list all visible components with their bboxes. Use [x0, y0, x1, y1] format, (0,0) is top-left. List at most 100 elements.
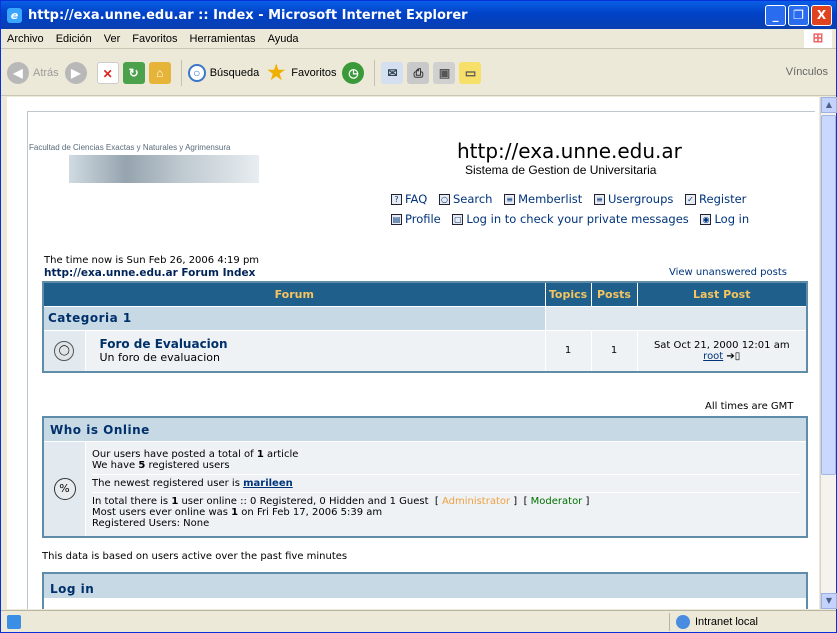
security-zone: Intranet local: [669, 613, 829, 631]
view-unanswered-link[interactable]: View unanswered posts: [669, 267, 787, 278]
close-button[interactable]: X: [811, 5, 832, 26]
timezone-note: All times are GMT: [705, 401, 794, 412]
faculty-logo[interactable]: Facultad de Ciencias Exactas y Naturales…: [29, 143, 329, 203]
messenger-icon[interactable]: ▭: [459, 61, 482, 84]
history-icon[interactable]: ◷: [342, 61, 365, 84]
nav-messages[interactable]: ▢ Log in to check your private messages: [452, 210, 689, 229]
favorites-button[interactable]: ★ Favoritos: [265, 62, 336, 84]
logo-photo: [69, 155, 259, 183]
toolbar: ◀ Atrás ▶ ✕ ↻ ⌂ ○ Búsqueda ★ Favoritos ◷…: [1, 50, 836, 96]
moderator-legend: Moderator: [530, 496, 583, 507]
menu-archivo[interactable]: Archivo: [1, 33, 50, 45]
nav-profile-label: Profile: [405, 212, 441, 226]
scroll-down-icon[interactable]: ▼: [821, 593, 837, 609]
nav-memberlist-label: Memberlist: [518, 192, 583, 206]
nav-usergroups-label: Usergroups: [607, 192, 674, 206]
total-posts-line: Our users have posted a total of 1 artic…: [92, 449, 299, 460]
nav-links: ? FAQ ○ Search ≡ Memberlist ≡ Usergroups ✓ Re…: [391, 189, 757, 229]
max-online-line: Most users ever online was 1 on Fri Feb …: [92, 507, 383, 518]
view-latest-post-icon[interactable]: ➔▯: [726, 351, 740, 362]
title-bar[interactable]: e http://exa.unne.edu.ar :: Index - Micr…: [1, 1, 836, 29]
scroll-up-icon[interactable]: ▲: [821, 97, 837, 113]
forum-name-link[interactable]: Foro de Evaluacion: [100, 337, 545, 351]
window-title: http://exa.unne.edu.ar :: Index - Micros…: [28, 7, 468, 23]
nav-usergroups[interactable]: ≡ Usergroups: [593, 190, 674, 209]
login-title: Log in: [44, 574, 806, 598]
table-header-row: Forum Topics Posts Last Post: [42, 281, 808, 307]
category-name[interactable]: Categoria 1: [42, 305, 546, 331]
edit-icon[interactable]: ▣: [433, 61, 456, 84]
header-last-post: Last Post: [636, 281, 808, 307]
registered-users-line: We have 5 registered users: [92, 460, 230, 471]
site-title: http://exa.unne.edu.ar: [457, 139, 682, 163]
faq-icon: ?: [391, 194, 402, 205]
search-icon: ○: [187, 63, 206, 82]
nav-search-label: Search: [452, 192, 493, 206]
active-users-note: This data is based on users active over …: [42, 551, 348, 562]
site-subtitle: Sistema de Gestion de Universitaria: [465, 163, 657, 177]
forum-description: Un foro de evaluacion: [99, 351, 220, 365]
back-label: Atrás: [33, 66, 59, 79]
nav-faq[interactable]: ? FAQ: [391, 190, 427, 209]
current-time: The time now is Sun Feb 26, 2006 4:19 pm: [44, 255, 260, 266]
last-post-user-link[interactable]: root: [703, 351, 723, 362]
nav-search[interactable]: ○ Search: [438, 190, 493, 209]
menu-ver[interactable]: Ver: [98, 33, 127, 45]
intranet-globe-icon: [676, 615, 690, 629]
home-icon[interactable]: ⌂: [148, 61, 171, 84]
page-viewport: Facultad de Ciencias Exactas y Naturales…: [7, 97, 819, 609]
menu-bar: Archivo Edición Ver Favoritos Herramient…: [1, 29, 836, 49]
administrator-legend: Administrator: [441, 496, 511, 507]
register-icon: ✓: [685, 194, 697, 205]
nav-faq-label: FAQ: [405, 192, 428, 206]
toolbar-separator: [374, 59, 376, 86]
nav-memberlist[interactable]: ≡ Memberlist: [504, 190, 582, 209]
nav-register[interactable]: ✓ Register: [685, 190, 746, 209]
nav-login[interactable]: ◉ Log in: [700, 210, 749, 229]
registered-online-line: Registered Users: None: [92, 518, 210, 529]
maximize-button[interactable]: ❐: [788, 5, 809, 26]
nav-login-label: Log in: [714, 212, 750, 226]
menu-favoritos[interactable]: Favoritos: [126, 33, 183, 45]
mail-icon[interactable]: ✉: [381, 61, 404, 84]
users-online-icon: %: [53, 478, 76, 500]
who-is-online-text: Our users have posted a total of 1 artic…: [86, 442, 806, 536]
stop-icon[interactable]: ✕: [96, 61, 119, 84]
refresh-icon[interactable]: ↻: [122, 61, 145, 84]
forum-index-link[interactable]: http://exa.unne.edu.ar Forum Index: [44, 267, 255, 279]
logo-caption: Facultad de Ciencias Exactas y Naturales…: [29, 143, 231, 152]
status-bar: Intranet local: [1, 610, 836, 632]
search-label: Búsqueda: [209, 66, 260, 79]
who-is-online-body: % Our users have posted a total of 1 art…: [44, 442, 806, 536]
newest-user-link[interactable]: marileen: [243, 478, 293, 489]
header-topics: Topics: [544, 281, 592, 307]
vertical-scrollbar[interactable]: ▲ ▼: [820, 97, 837, 609]
search-button[interactable]: ○ Búsqueda: [187, 63, 260, 82]
newest-user-line: The newest registered user is marileen: [92, 475, 800, 493]
last-post-date: Sat Oct 21, 2000 12:01 am: [653, 339, 790, 351]
who-icon-cell: %: [44, 442, 86, 536]
folder-icon: ◯: [54, 340, 75, 361]
menu-herramientas[interactable]: Herramientas: [184, 33, 262, 45]
toolbar-separator: [180, 59, 182, 86]
profile-icon: ▤: [391, 214, 402, 225]
forward-button[interactable]: ▶: [64, 61, 91, 84]
scroll-thumb[interactable]: [821, 115, 836, 475]
links-label[interactable]: Vínculos: [786, 66, 828, 78]
nav-messages-label: Log in to check your private messages: [466, 212, 689, 226]
nav-profile[interactable]: ▤ Profile: [391, 210, 441, 229]
who-is-online-title[interactable]: Who is Online: [44, 418, 806, 442]
menu-ayuda[interactable]: Ayuda: [262, 33, 305, 45]
minimize-button[interactable]: _: [765, 5, 786, 26]
forum-info-cell: Foro de Evaluacion Un foro de evaluacion: [84, 329, 546, 373]
forum-row: ◯ Foro de Evaluacion Un foro de evaluaci…: [42, 329, 808, 373]
forum-last-post: Sat Oct 21, 2000 12:01 am root ➔▯: [636, 329, 808, 373]
menu-edicion[interactable]: Edición: [50, 33, 98, 45]
login-panel: Log in: [42, 572, 808, 609]
back-button[interactable]: ◀ Atrás: [7, 61, 59, 84]
header-posts: Posts: [590, 281, 638, 307]
messages-icon: ▢: [452, 214, 464, 225]
print-icon[interactable]: ⎙: [407, 61, 430, 84]
forum-table: Forum Topics Posts Last Post Categoria 1…: [42, 281, 808, 373]
favorites-label: Favoritos: [291, 66, 337, 79]
